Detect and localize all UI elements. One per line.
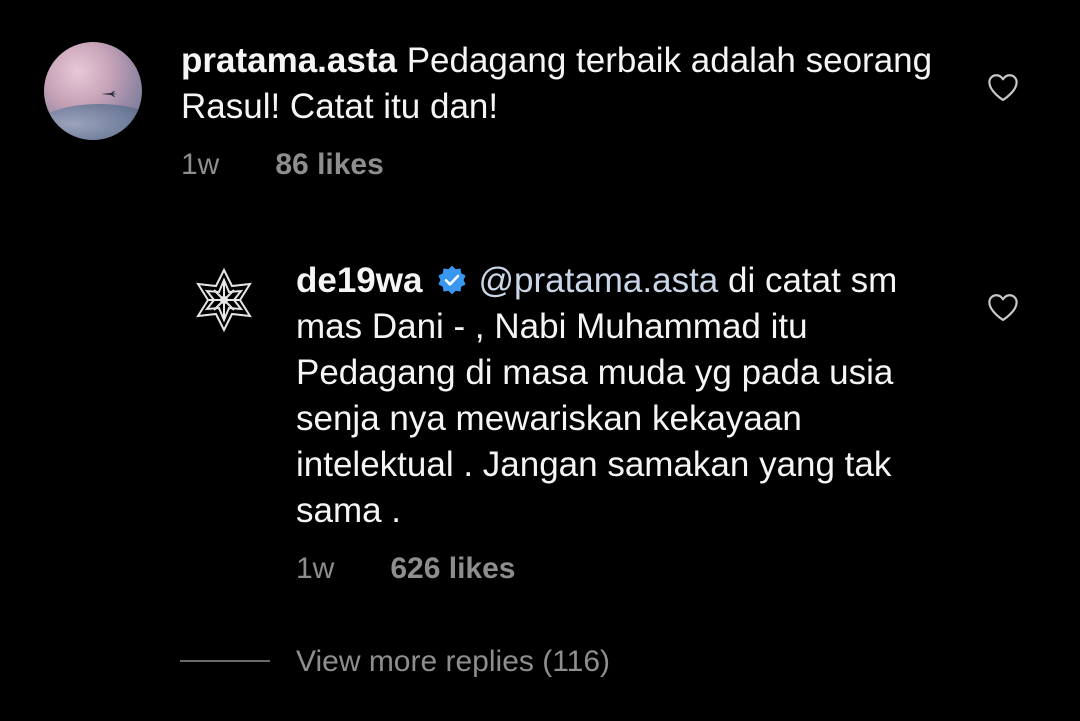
reply-likes[interactable]: 626 likes (390, 552, 515, 585)
like-heart-icon[interactable] (986, 72, 1020, 102)
reply-mention[interactable]: @pratama.asta (478, 261, 718, 300)
reply-avatar[interactable] (188, 264, 260, 336)
verified-badge-icon (438, 265, 467, 295)
comment-body: pratama.asta Pedagang terbaik adalah seo… (181, 38, 941, 130)
comment-time: 1w (181, 148, 220, 181)
reply-username[interactable]: de19wa (296, 261, 422, 300)
view-more-replies-button[interactable]: View more replies (116) (180, 645, 610, 679)
reply-like-heart-icon[interactable] (986, 292, 1020, 322)
comment-likes[interactable]: 86 likes (275, 148, 383, 181)
reply-text: di catat sm mas Dani - , Nabi Muhammad i… (296, 261, 898, 530)
avatar-cloud (44, 104, 142, 140)
user-avatar[interactable] (44, 42, 142, 140)
reply-meta: 1w 626 likes (296, 552, 515, 586)
airplane-icon (101, 91, 117, 97)
comment-meta: 1w 86 likes (181, 148, 384, 182)
view-more-label: View more replies (116) (296, 645, 611, 678)
reply-time: 1w (296, 552, 335, 585)
comment-username[interactable]: pratama.asta (181, 41, 397, 80)
divider-line (180, 660, 270, 663)
reply-body: de19wa @pratama.asta di catat sm mas Dan… (296, 258, 956, 534)
